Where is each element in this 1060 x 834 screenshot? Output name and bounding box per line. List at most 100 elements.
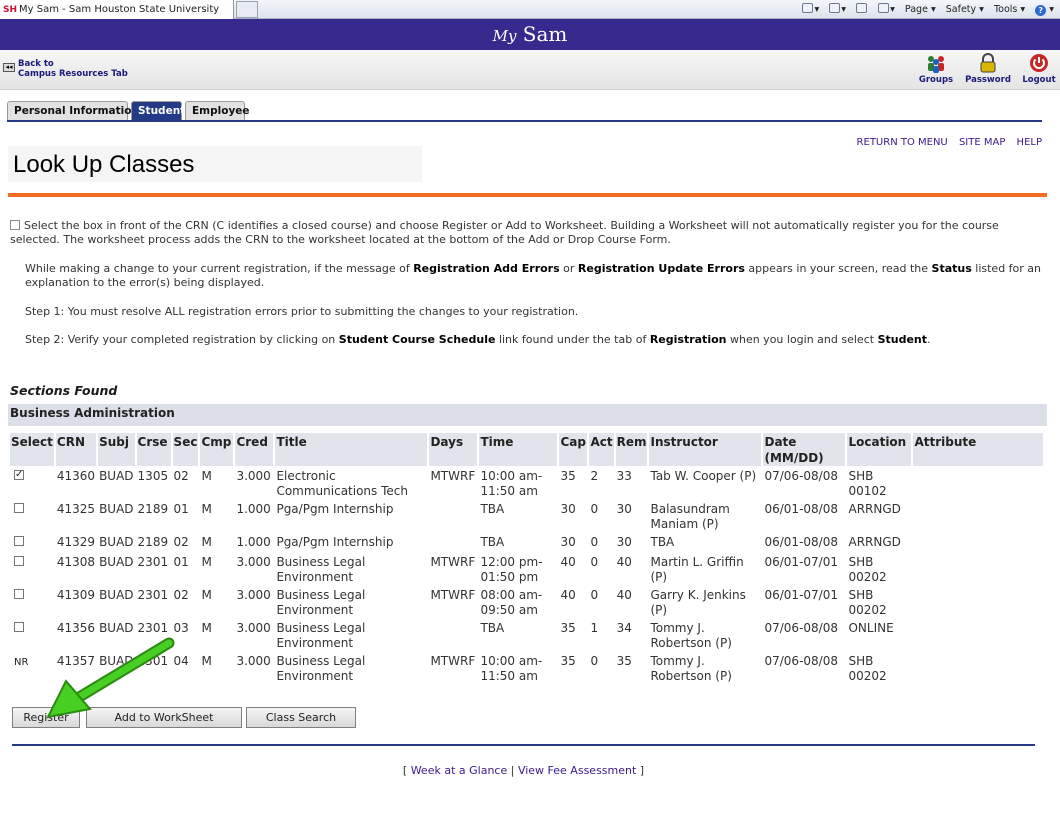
cell-date: 06/01-08/08: [764, 535, 838, 549]
tab-student[interactable]: Student: [131, 101, 185, 121]
command-bar: ▾ ▾ ▾ Page ▾ Safety ▾ Tools ▾ ? ▾: [795, 0, 1054, 19]
info-text-1: Select the box in front of the CRN (C id…: [10, 219, 999, 246]
back-to-campus-link[interactable]: ◂◂ Back to Campus Resources Tab: [3, 59, 128, 79]
browser-tab[interactable]: SH My Sam - Sam Houston State University: [0, 0, 234, 19]
select-cell: [10, 499, 54, 532]
cell-instructor: Tommy J. Robertson (P): [650, 621, 732, 650]
cell-crn[interactable]: 41360: [56, 466, 96, 499]
safety-menu[interactable]: Safety ▾: [946, 4, 984, 15]
select-checkbox[interactable]: [14, 536, 24, 546]
return-to-menu-link[interactable]: RETURN TO MENU: [857, 137, 948, 148]
mail-button[interactable]: [856, 3, 868, 15]
cell-rem: 33: [616, 469, 632, 483]
cell-sec: 02: [173, 535, 189, 549]
cell-crn[interactable]: 41357: [56, 651, 96, 684]
cell-cmp: M: [201, 621, 212, 635]
table-row: 41309 BUAD 2301 02 M 3.000 Business Legal Envi…: [10, 585, 1043, 618]
help-link[interactable]: HELP: [1017, 137, 1042, 148]
help-menu[interactable]: ? ▾: [1035, 4, 1054, 16]
cell-days: MTWRF: [430, 588, 476, 602]
logout-link[interactable]: Logout: [1021, 53, 1057, 85]
cell-cred: 3.000: [236, 621, 271, 635]
cell-sec: 01: [173, 555, 189, 569]
table-row: 41325 BUAD 2189 01 M 1.000 Pga/Pgm Internship T…: [10, 499, 1043, 532]
footer-divider: [12, 744, 1035, 746]
cell-cap: 40: [560, 588, 576, 602]
cell-cred: 1.000: [236, 502, 271, 516]
select-checkbox[interactable]: [14, 467, 24, 482]
col-date: Date (MM/DD): [763, 433, 846, 466]
table-row: 41308 BUAD 2301 01 M 3.000 Business Legal Envi…: [10, 552, 1043, 585]
select-cell: [10, 532, 54, 552]
cell-crn[interactable]: 41308: [56, 552, 96, 585]
cell-rem: 35: [616, 654, 632, 668]
cell-instructor: Garry K. Jenkins (P): [650, 588, 746, 617]
add-to-worksheet-button[interactable]: Add to WorkSheet: [86, 707, 242, 728]
sections-found-heading: Sections Found: [10, 383, 118, 398]
select-checkbox[interactable]: [14, 556, 24, 566]
class-search-button[interactable]: Class Search: [246, 707, 356, 728]
cell-cred: 3.000: [236, 588, 271, 602]
cell-days: MTWRF: [430, 555, 476, 569]
cell-crse: 1305: [137, 469, 169, 483]
favicon-icon: SH: [3, 5, 18, 15]
col-sec: Sec: [172, 433, 199, 466]
page-menu[interactable]: Page ▾: [905, 4, 936, 15]
new-tab-button[interactable]: [236, 1, 258, 18]
cell-attribute: [913, 466, 1043, 499]
cell-subj: BUAD: [99, 555, 134, 569]
select-checkbox[interactable]: [14, 503, 24, 513]
password-icon: [963, 53, 1013, 73]
mail-icon: [856, 3, 868, 13]
info-text-4d: Registration: [649, 333, 727, 346]
banner-sam: Sam: [522, 22, 568, 46]
cell-location: SHB 00202: [848, 555, 887, 584]
select-cell: [10, 466, 54, 499]
cell-crse: 2301: [137, 654, 169, 668]
cell-sec: 04: [173, 654, 189, 668]
tab-personal-information[interactable]: Personal Information: [7, 101, 139, 121]
cell-location: ONLINE: [848, 621, 894, 635]
tab-employee[interactable]: Employee: [185, 101, 250, 121]
site-map-link[interactable]: SITE MAP: [959, 137, 1005, 148]
cell-location: ARRNGD: [848, 502, 901, 516]
tools-menu[interactable]: Tools ▾: [994, 4, 1025, 15]
cell-title: Pga/Pgm Internship: [276, 502, 394, 516]
col-crse: Crse: [136, 433, 171, 466]
cell-crn[interactable]: 41309: [56, 585, 96, 618]
password-link[interactable]: Password: [963, 53, 1013, 85]
select-cell: [10, 618, 54, 651]
cell-rem: 30: [616, 535, 632, 549]
cell-cred: 1.000: [236, 535, 271, 549]
site-banner: My Sam: [0, 19, 1060, 50]
print-button[interactable]: ▾: [878, 3, 895, 15]
table-header-row: Select CRN Subj Crse Sec Cmp Cred Title …: [10, 433, 1044, 466]
cell-crse: 2301: [137, 588, 169, 602]
select-checkbox[interactable]: [14, 589, 24, 599]
register-button[interactable]: Register: [12, 707, 80, 728]
cell-attribute: [913, 499, 1043, 532]
cell-crn[interactable]: 41325: [56, 499, 96, 532]
tools-menu-label: Tools: [993, 4, 1018, 15]
browser-toolbar: SH My Sam - Sam Houston State University …: [0, 0, 1060, 19]
cell-crn[interactable]: 41356: [56, 618, 96, 651]
info-paragraph-1: Select the box in front of the CRN (C id…: [10, 219, 1050, 247]
select-checkbox[interactable]: [14, 622, 24, 632]
col-select: Select: [10, 433, 54, 466]
cell-days: [429, 532, 477, 552]
cell-sec: 02: [173, 469, 189, 483]
week-at-a-glance-link[interactable]: Week at a Glance: [411, 764, 508, 777]
home-button[interactable]: ▾: [802, 3, 819, 15]
tab-divider: [7, 120, 1042, 122]
groups-link[interactable]: Groups: [918, 53, 954, 85]
cell-crse: 2301: [137, 555, 169, 569]
utility-links: RETURN TO MENU SITE MAP HELP: [849, 137, 1042, 148]
cell-cap: 35: [560, 621, 576, 635]
cell-days: MTWRF: [430, 654, 476, 668]
cell-time: TBA: [480, 502, 505, 516]
feeds-button[interactable]: ▾: [829, 3, 846, 15]
view-fee-assessment-link[interactable]: View Fee Assessment: [518, 764, 636, 777]
table-row: NR 41357 BUAD 2301 04 M 3.000 Business Legal En…: [10, 651, 1043, 684]
info-text-2e: appears in your screen, read the: [744, 262, 932, 275]
cell-crn[interactable]: 41329: [56, 532, 96, 552]
